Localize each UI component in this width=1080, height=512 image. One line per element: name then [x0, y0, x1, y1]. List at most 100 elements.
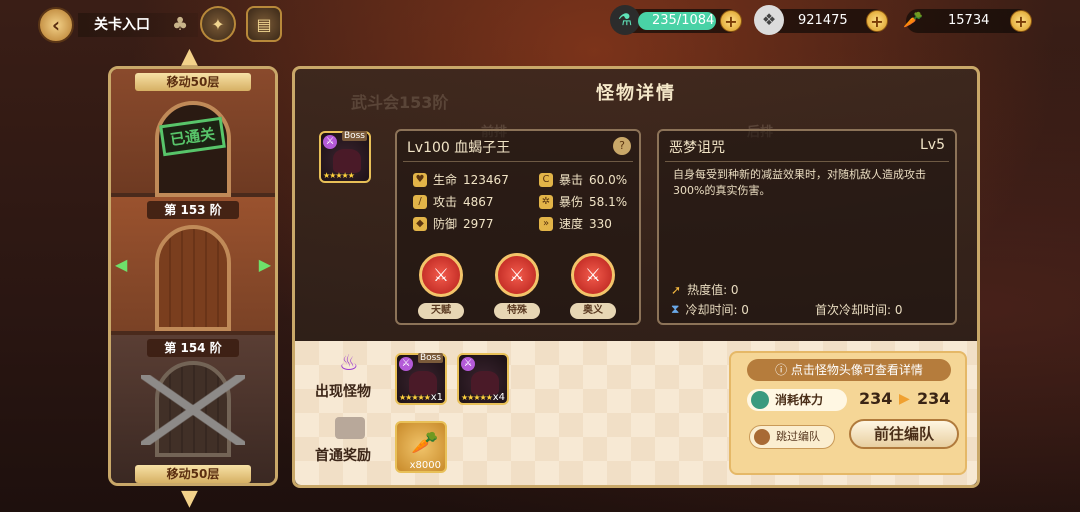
skill-level: Lv5	[920, 137, 945, 153]
first-cooldown-row: 首次冷却时间: 0	[815, 301, 903, 318]
monster-image	[333, 149, 361, 173]
ultimate-skill-button[interactable]: ⚔	[571, 253, 615, 297]
carrot-resource: 🥕 15734 +	[903, 9, 1032, 33]
sword-skill-icon: ⚔	[432, 264, 450, 286]
type-icon: ⚔	[399, 357, 413, 371]
carrot-icon: 🥕	[411, 431, 439, 456]
boss-tag: Boss	[417, 353, 443, 363]
compass-icon[interactable]: ✦	[200, 6, 236, 42]
action-box: ⓘ 点击怪物头像可查看详情 消耗体力 234 ▶ 234 跳过编队 前往编队	[729, 351, 967, 475]
stat-label: 防御	[433, 217, 458, 231]
divider	[403, 161, 633, 162]
tap-hint: ⓘ 点击怪物头像可查看详情	[747, 359, 951, 381]
book-icon[interactable]: ▤	[246, 6, 282, 42]
stat-atk: / 攻击 4867	[413, 193, 494, 210]
sword-skill-icon: ⚔	[508, 264, 526, 286]
stat-value: 58.1%	[589, 194, 628, 209]
move-down-50-button[interactable]: 移动50层	[135, 465, 251, 483]
cooldown-row: ⧗ 冷却时间: 0	[671, 301, 749, 318]
speed-icon: »	[539, 216, 553, 231]
clover-icon: ♣	[172, 14, 189, 35]
info-icon[interactable]: ?	[613, 137, 631, 155]
type-icon: ⚔	[461, 357, 475, 371]
heat-value: 热度值: 0	[687, 283, 739, 297]
floor-next-label: 第 154 阶	[147, 339, 239, 357]
hourglass-icon: ⧗	[671, 302, 680, 316]
boss-tag: Boss	[341, 131, 367, 141]
heat-row: ➚ 热度值: 0	[671, 281, 739, 298]
sword-icon: /	[413, 194, 427, 209]
heart-icon: ♥	[413, 172, 427, 187]
go-to-formation-button[interactable]: 前往编队	[849, 419, 959, 449]
boss-portrait[interactable]: ⚔ Boss ★★★★★	[319, 131, 371, 183]
reward-count: x8000	[409, 460, 441, 471]
stars-icon: ★★★★★	[399, 393, 431, 402]
stat-def: ◆ 防御 2977	[413, 215, 494, 232]
stat-critdmg: ✲ 暴伤 58.1%	[539, 193, 627, 210]
arrow-left-icon: ◀	[115, 255, 128, 274]
skill-name: 恶梦诅咒	[669, 140, 725, 156]
crit-icon: C	[539, 172, 553, 187]
floor-selector: 移动50层 已通关 第 153 阶 ◀ ▶ 第 154 阶 移动50层	[108, 66, 278, 486]
floor-current[interactable]: 第 153 阶 ◀ ▶	[111, 197, 275, 331]
stat-value: 2977	[463, 216, 494, 231]
scroll-down-icon[interactable]: ▼	[181, 486, 198, 511]
stamina-value: 235/1084	[652, 13, 715, 28]
back-button[interactable]: ‹	[38, 7, 74, 43]
info-icon: ⓘ	[775, 363, 791, 377]
arrow-right-icon: ▶	[899, 391, 910, 407]
purple-flame-icon: ♨	[339, 351, 359, 376]
reward-item[interactable]: 🥕 x8000	[395, 421, 447, 473]
add-gem-button[interactable]: +	[866, 10, 888, 32]
special-skill-button[interactable]: ⚔	[495, 253, 539, 297]
type-icon: ⚔	[323, 135, 337, 149]
stamina-cost-label: 消耗体力	[747, 389, 847, 411]
potion-icon: ⚗	[610, 5, 640, 35]
stat-label: 暴击	[559, 173, 584, 187]
floor-locked[interactable]: 第 154 阶	[111, 335, 275, 483]
add-stamina-button[interactable]: +	[720, 10, 742, 32]
stamina-resource: ⚗ 235/1084 +	[610, 5, 742, 35]
stat-value: 60.0%	[589, 172, 628, 187]
ultimate-label: 奥义	[570, 303, 616, 319]
shield-icon: ◆	[413, 216, 427, 231]
skill-description: 自身每受到种新的减益效果时，对随机敌人造成攻击300%的真实伤害。	[673, 168, 926, 197]
skill-card: 恶梦诅咒 Lv5 自身每受到种新的减益效果时，对随机敌人造成攻击300%的真实伤…	[657, 129, 957, 325]
first-clear-reward-label: 首通奖励	[315, 448, 371, 464]
stat-value: 4867	[463, 194, 494, 209]
carrot-value: 15734	[948, 13, 990, 28]
stat-value: 123467	[463, 172, 509, 187]
stat-label: 速度	[559, 217, 584, 231]
talent-skill-button[interactable]: ⚔	[419, 253, 463, 297]
skip-formation-toggle[interactable]: 跳过编队	[749, 425, 835, 449]
skip-label: 跳过编队	[776, 430, 820, 443]
sword-skill-icon: ⚔	[584, 264, 602, 286]
stat-speed: » 速度 330	[539, 215, 612, 232]
hint-text: 点击怪物头像可查看详情	[790, 363, 923, 377]
carrot-icon: 🥕	[903, 10, 923, 29]
add-carrot-button[interactable]: +	[1010, 10, 1032, 32]
monster-portrait-2[interactable]: ⚔ ★★★★★ x4	[457, 353, 509, 405]
stat-label: 攻击	[433, 195, 458, 209]
talent-label: 天赋	[418, 303, 464, 319]
potion-icon	[751, 391, 769, 409]
cost-from: 234	[859, 389, 893, 408]
stat-label: 暴伤	[559, 195, 584, 209]
first-cooldown-value: 首次冷却时间: 0	[815, 303, 903, 317]
floor-current-label: 第 153 阶	[147, 201, 239, 219]
stage-info-area: ♨ 出现怪物 首通奖励 ⚔ Boss ★★★★★ x1 ⚔ ★★★★★ x4 🥕…	[295, 341, 977, 485]
door-current	[155, 225, 231, 331]
divider	[665, 161, 949, 162]
stats-card: Lv100 血蝎子王 ? ♥ 生命 123467 / 攻击 4867 ◆ 防御 …	[395, 129, 641, 325]
move-up-50-button[interactable]: 移动50层	[135, 73, 251, 91]
monster-name: Lv100 血蝎子王	[407, 140, 511, 156]
gem-value: 921475	[798, 13, 848, 28]
cooldown-value: 冷却时间: 0	[685, 303, 749, 317]
stat-crit: C 暴击 60.0%	[539, 171, 627, 188]
arrow-right-icon: ▶	[258, 255, 271, 274]
monster-portrait-1[interactable]: ⚔ Boss ★★★★★ x1	[395, 353, 447, 405]
gem-icon: ❖	[754, 5, 784, 35]
top-bar: ‹ 关卡入口 ♣ ✦ ▤ ⚗ 235/1084 + ❖ 921475 + 🥕 1…	[0, 0, 1080, 48]
chain-icon	[141, 375, 245, 445]
stat-label: 生命	[433, 173, 458, 187]
